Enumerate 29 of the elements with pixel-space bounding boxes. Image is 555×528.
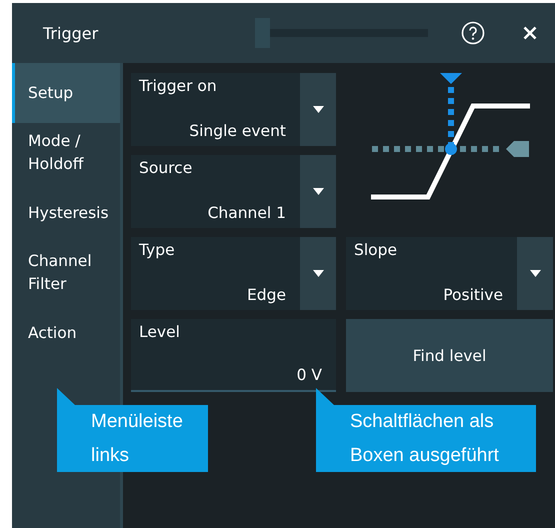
window-title: Trigger <box>43 24 100 42</box>
dropdown-arrow-icon[interactable] <box>312 106 324 113</box>
field-label: Type <box>139 241 175 259</box>
field-value: Single event <box>189 122 286 140</box>
input-field[interactable]: Level 0 V <box>131 319 336 392</box>
field-label: Trigger on <box>139 77 217 95</box>
dropdown-field[interactable]: Source Channel 1 <box>131 155 336 228</box>
dropdown-arrow-icon[interactable] <box>312 270 324 277</box>
sidebar-item[interactable]: Mode / Holdoff <box>12 123 120 183</box>
field-value: 0 V <box>296 366 322 384</box>
dropdown-field[interactable]: Type Edge <box>131 237 336 310</box>
field-label: Slope <box>354 241 398 259</box>
help-icon[interactable] <box>461 21 485 45</box>
sidebar-item[interactable]: Setup <box>12 63 120 123</box>
close-icon[interactable] <box>523 26 537 40</box>
slider-thumb[interactable] <box>255 18 270 48</box>
field-value: Channel 1 <box>208 204 286 222</box>
sidebar-item[interactable]: Channel Filter <box>12 243 120 303</box>
find-level-button[interactable]: Find level <box>346 319 553 392</box>
dropdown-arrow-icon[interactable] <box>312 188 324 195</box>
sidebar-item[interactable]: Hysteresis <box>12 183 120 243</box>
field-value: Positive <box>443 286 503 304</box>
dropdown-field[interactable]: Slope Positive <box>346 237 553 310</box>
sidebar-item[interactable]: Action <box>12 303 120 363</box>
field-label: Source <box>139 159 192 177</box>
field-label: Level <box>139 323 180 341</box>
dropdown-arrow-icon[interactable] <box>530 270 540 277</box>
dropdown-field[interactable]: Trigger on Single event <box>131 73 336 146</box>
field-value: Edge <box>246 286 286 304</box>
